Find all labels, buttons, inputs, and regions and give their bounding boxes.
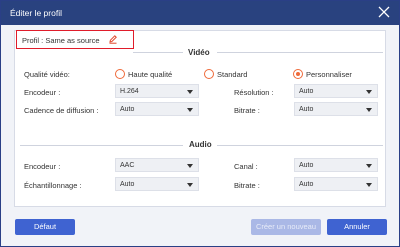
resolution-label: Résolution : xyxy=(234,88,274,97)
chevron-down-icon xyxy=(366,108,372,112)
audio-bitrate-label: Bitrate : xyxy=(234,181,260,190)
audio-encoder-label: Encodeur : xyxy=(24,162,61,171)
video-encoder-value: H.264 xyxy=(120,88,139,95)
channel-value: Auto xyxy=(299,162,314,169)
video-bitrate-value: Auto xyxy=(299,106,314,113)
samplerate-select[interactable]: Auto xyxy=(115,177,199,191)
audio-encoder-select[interactable]: AAC xyxy=(115,158,199,172)
chevron-down-icon xyxy=(187,183,193,187)
chevron-down-icon xyxy=(187,164,193,168)
framerate-select[interactable]: Auto xyxy=(115,102,199,116)
audio-bitrate-value: Auto xyxy=(299,181,314,188)
samplerate-label: Échantillonnage : xyxy=(24,181,82,190)
create-new-button[interactable]: Créer un nouveau xyxy=(251,219,321,235)
audio-section-title: Audio xyxy=(189,140,212,149)
dialog-title: Éditer le profil xyxy=(10,8,62,18)
audio-divider-left xyxy=(20,145,183,146)
framerate-value: Auto xyxy=(120,106,135,113)
title-bar: Éditer le profil xyxy=(1,1,399,25)
audio-divider-right xyxy=(217,145,383,146)
resolution-value: Auto xyxy=(299,88,314,95)
chevron-down-icon xyxy=(187,90,193,94)
video-divider-right xyxy=(217,52,383,53)
radio-standard-label: Standard xyxy=(217,70,248,79)
radio-high-quality-label: Haute qualité xyxy=(128,70,173,79)
video-section-title: Vidéo xyxy=(188,48,210,57)
audio-encoder-value: AAC xyxy=(120,162,135,169)
edit-profile-dialog: Éditer le profil Profil : Same as source… xyxy=(0,0,400,247)
video-bitrate-label: Bitrate : xyxy=(234,106,260,115)
chevron-down-icon xyxy=(366,183,372,187)
channel-label: Canal : xyxy=(234,162,258,171)
chevron-down-icon xyxy=(366,164,372,168)
radio-custom-label: Personnaliser xyxy=(306,70,352,79)
resolution-select[interactable]: Auto xyxy=(294,84,378,98)
radio-high-quality[interactable] xyxy=(115,69,125,79)
pencil-edit-icon[interactable] xyxy=(108,34,118,44)
cancel-button[interactable]: Annuler xyxy=(327,219,387,235)
close-icon[interactable] xyxy=(378,6,390,18)
chevron-down-icon xyxy=(187,108,193,112)
radio-custom[interactable] xyxy=(293,69,303,79)
samplerate-value: Auto xyxy=(120,181,135,188)
video-quality-label: Qualité vidéo: xyxy=(24,70,70,79)
profile-selector: Profil : Same as source xyxy=(16,30,134,49)
chevron-down-icon xyxy=(366,90,372,94)
profile-label: Profil : Same as source xyxy=(22,36,100,45)
video-encoder-select[interactable]: H.264 xyxy=(115,84,199,98)
radio-standard[interactable] xyxy=(204,69,214,79)
video-bitrate-select[interactable]: Auto xyxy=(294,102,378,116)
default-button[interactable]: Défaut xyxy=(15,219,75,235)
audio-bitrate-select[interactable]: Auto xyxy=(294,177,378,191)
video-divider-left xyxy=(133,52,183,53)
channel-select[interactable]: Auto xyxy=(294,158,378,172)
framerate-label: Cadence de diffusion : xyxy=(24,106,99,115)
video-encoder-label: Encodeur : xyxy=(24,88,61,97)
